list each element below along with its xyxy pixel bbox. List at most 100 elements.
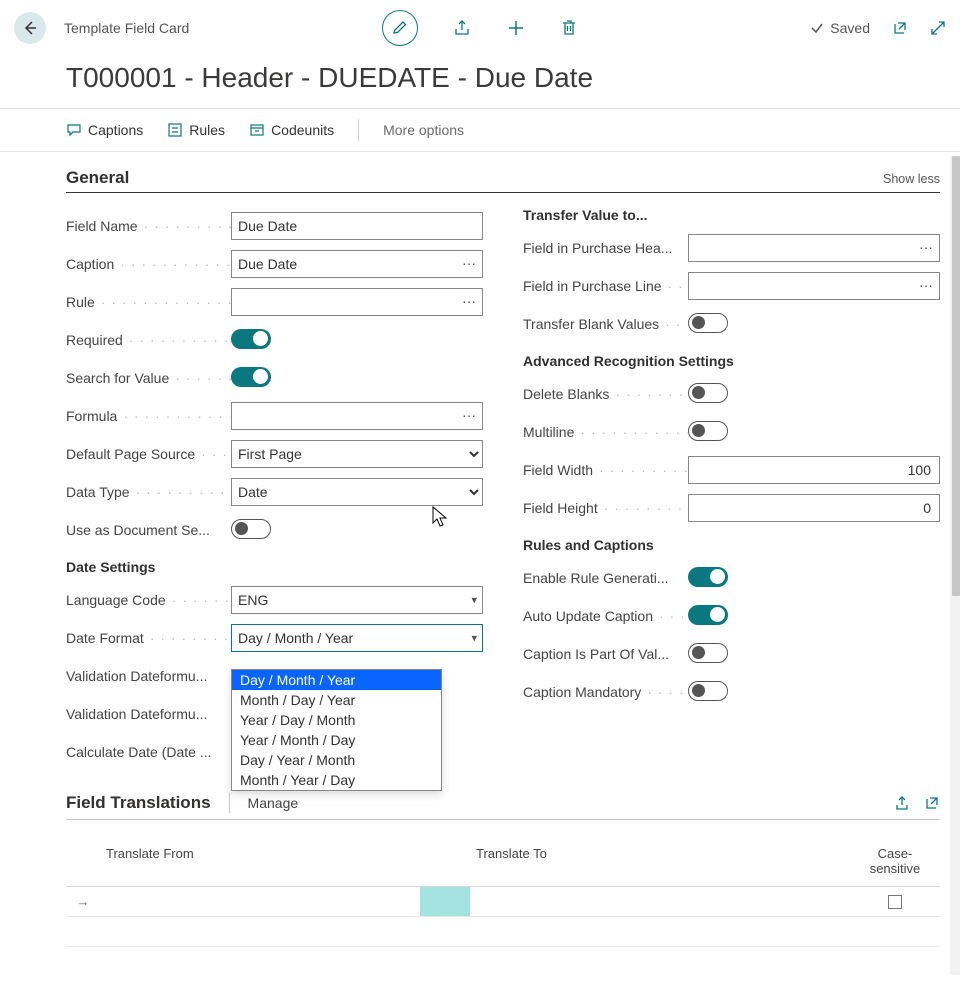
fph-lookup-icon[interactable]: ⋯ — [919, 240, 934, 257]
fpl-label: Field in Purchase Line — [523, 278, 688, 294]
codeunit-icon — [249, 122, 265, 138]
chevron-down-icon[interactable]: ▾ — [471, 632, 477, 645]
action-rules[interactable]: Rules — [167, 122, 225, 138]
fph-label: Field in Purchase Hea... — [523, 240, 688, 256]
multiline-label: Multiline — [523, 424, 688, 440]
tbv-toggle[interactable] — [688, 313, 728, 333]
share-icon[interactable] — [452, 18, 472, 38]
speech-icon — [66, 122, 82, 138]
search-label: Search for Value — [66, 370, 231, 386]
table-row[interactable]: → — [66, 887, 940, 917]
multiline-toggle[interactable] — [688, 421, 728, 441]
cap-part-label: Caption Is Part Of Val... — [523, 646, 688, 662]
search-toggle[interactable] — [231, 367, 271, 387]
edit-button[interactable] — [382, 10, 418, 46]
popout-icon[interactable] — [892, 20, 908, 36]
ft-title: Field Translations — [66, 793, 211, 813]
fph-input[interactable] — [688, 234, 940, 262]
show-less-link[interactable]: Show less — [883, 172, 940, 186]
topbar-right: Saved — [810, 20, 946, 36]
col-translate-from[interactable]: Translate From — [100, 840, 420, 887]
manage-link[interactable]: Manage — [248, 795, 299, 811]
dropdown-option[interactable]: Day / Month / Year — [232, 670, 441, 690]
actionbar: Captions Rules Codeunits More options — [0, 109, 960, 151]
action-more-options[interactable]: More options — [383, 122, 464, 138]
date-settings-header: Date Settings — [66, 559, 483, 575]
enable-rule-toggle[interactable] — [688, 567, 728, 587]
expand-icon[interactable] — [930, 20, 946, 36]
general-right-col: Transfer Value to... Field in Purchase H… — [523, 207, 940, 771]
fpl-input[interactable] — [688, 272, 940, 300]
data-type-label: Data Type — [66, 484, 231, 500]
dropdown-option[interactable]: Month / Day / Year — [232, 690, 441, 710]
field-width-input[interactable] — [688, 456, 940, 484]
col-case-sensitive[interactable]: Case-sensitive — [850, 840, 940, 887]
formula-lookup-icon[interactable]: ⋯ — [462, 408, 477, 425]
rc-header: Rules and Captions — [523, 537, 940, 553]
breadcrumb: Template Field Card — [64, 20, 189, 36]
default-page-source-select[interactable]: First Page — [231, 440, 483, 468]
caption-label: Caption — [66, 256, 231, 272]
fpl-lookup-icon[interactable]: ⋯ — [919, 278, 934, 295]
enable-rule-label: Enable Rule Generati... — [523, 570, 688, 586]
dropdown-option[interactable]: Year / Month / Day — [232, 730, 441, 750]
rule-label: Rule — [66, 294, 231, 310]
tbv-label: Transfer Blank Values — [523, 316, 688, 332]
toolbar-center — [382, 10, 578, 46]
main-content: General Show less Field Name Caption ⋯ R… — [0, 151, 960, 971]
caption-lookup-icon[interactable]: ⋯ — [462, 256, 477, 273]
checkbox[interactable] — [888, 895, 902, 909]
field-width-label: Field Width — [523, 462, 688, 478]
saved-status: Saved — [810, 20, 870, 36]
popout-icon[interactable] — [924, 795, 940, 811]
date-format-input[interactable] — [231, 624, 483, 652]
back-button[interactable] — [14, 12, 46, 44]
action-codeunits[interactable]: Codeunits — [249, 122, 334, 138]
caption-input[interactable] — [231, 250, 483, 278]
auto-update-label: Auto Update Caption — [523, 608, 688, 624]
field-height-label: Field Height — [523, 500, 688, 516]
required-toggle[interactable] — [231, 329, 271, 349]
auto-update-toggle[interactable] — [688, 605, 728, 625]
plus-icon[interactable] — [506, 18, 526, 38]
validation-df2-label: Validation Dateformu... — [66, 706, 231, 722]
field-translations-section: Field Translations Manage Translate From — [66, 793, 940, 947]
formula-input[interactable] — [231, 402, 483, 430]
arrow-left-icon — [22, 20, 38, 36]
calc-date-label: Calculate Date (Date ... — [66, 744, 231, 760]
general-columns: Field Name Caption ⋯ Rule ⋯ Required — [66, 207, 940, 771]
general-left-col: Field Name Caption ⋯ Rule ⋯ Required — [66, 207, 483, 771]
date-format-dropdown[interactable]: Day / Month / Year Month / Day / Year Ye… — [231, 669, 442, 791]
cap-part-toggle[interactable] — [688, 643, 728, 663]
data-type-select[interactable]: Date — [231, 478, 483, 506]
table-row[interactable] — [66, 917, 940, 947]
rule-lookup-icon[interactable]: ⋯ — [462, 294, 477, 311]
ars-header: Advanced Recognition Settings — [523, 353, 940, 369]
transfer-header: Transfer Value to... — [523, 207, 940, 223]
required-label: Required — [66, 332, 231, 348]
share-icon[interactable] — [894, 795, 910, 811]
dropdown-option[interactable]: Month / Year / Day — [232, 770, 441, 790]
saved-label: Saved — [830, 20, 870, 36]
del-blanks-label: Delete Blanks — [523, 386, 688, 402]
field-name-label: Field Name — [66, 218, 231, 234]
use-doc-sep-label: Use as Document Se... — [66, 522, 231, 538]
dropdown-option[interactable]: Year / Day / Month — [232, 710, 441, 730]
rule-input[interactable] — [231, 288, 483, 316]
date-format-label: Date Format — [66, 630, 231, 646]
cap-mand-label: Caption Mandatory — [523, 684, 688, 700]
action-captions[interactable]: Captions — [66, 122, 143, 138]
rules-icon — [167, 122, 183, 138]
general-title: General — [66, 168, 129, 188]
trash-icon[interactable] — [560, 18, 578, 38]
field-height-input[interactable] — [688, 494, 940, 522]
col-translate-to[interactable]: Translate To — [470, 840, 850, 887]
language-code-input[interactable] — [231, 586, 483, 614]
chevron-down-icon[interactable]: ▾ — [471, 594, 477, 607]
del-blanks-toggle[interactable] — [688, 383, 728, 403]
dropdown-option[interactable]: Day / Year / Month — [232, 750, 441, 770]
cap-mand-toggle[interactable] — [688, 681, 728, 701]
field-name-input[interactable] — [231, 212, 483, 240]
use-doc-sep-toggle[interactable] — [231, 519, 271, 539]
page-title: T000001 - Header - DUEDATE - Due Date — [0, 56, 960, 109]
